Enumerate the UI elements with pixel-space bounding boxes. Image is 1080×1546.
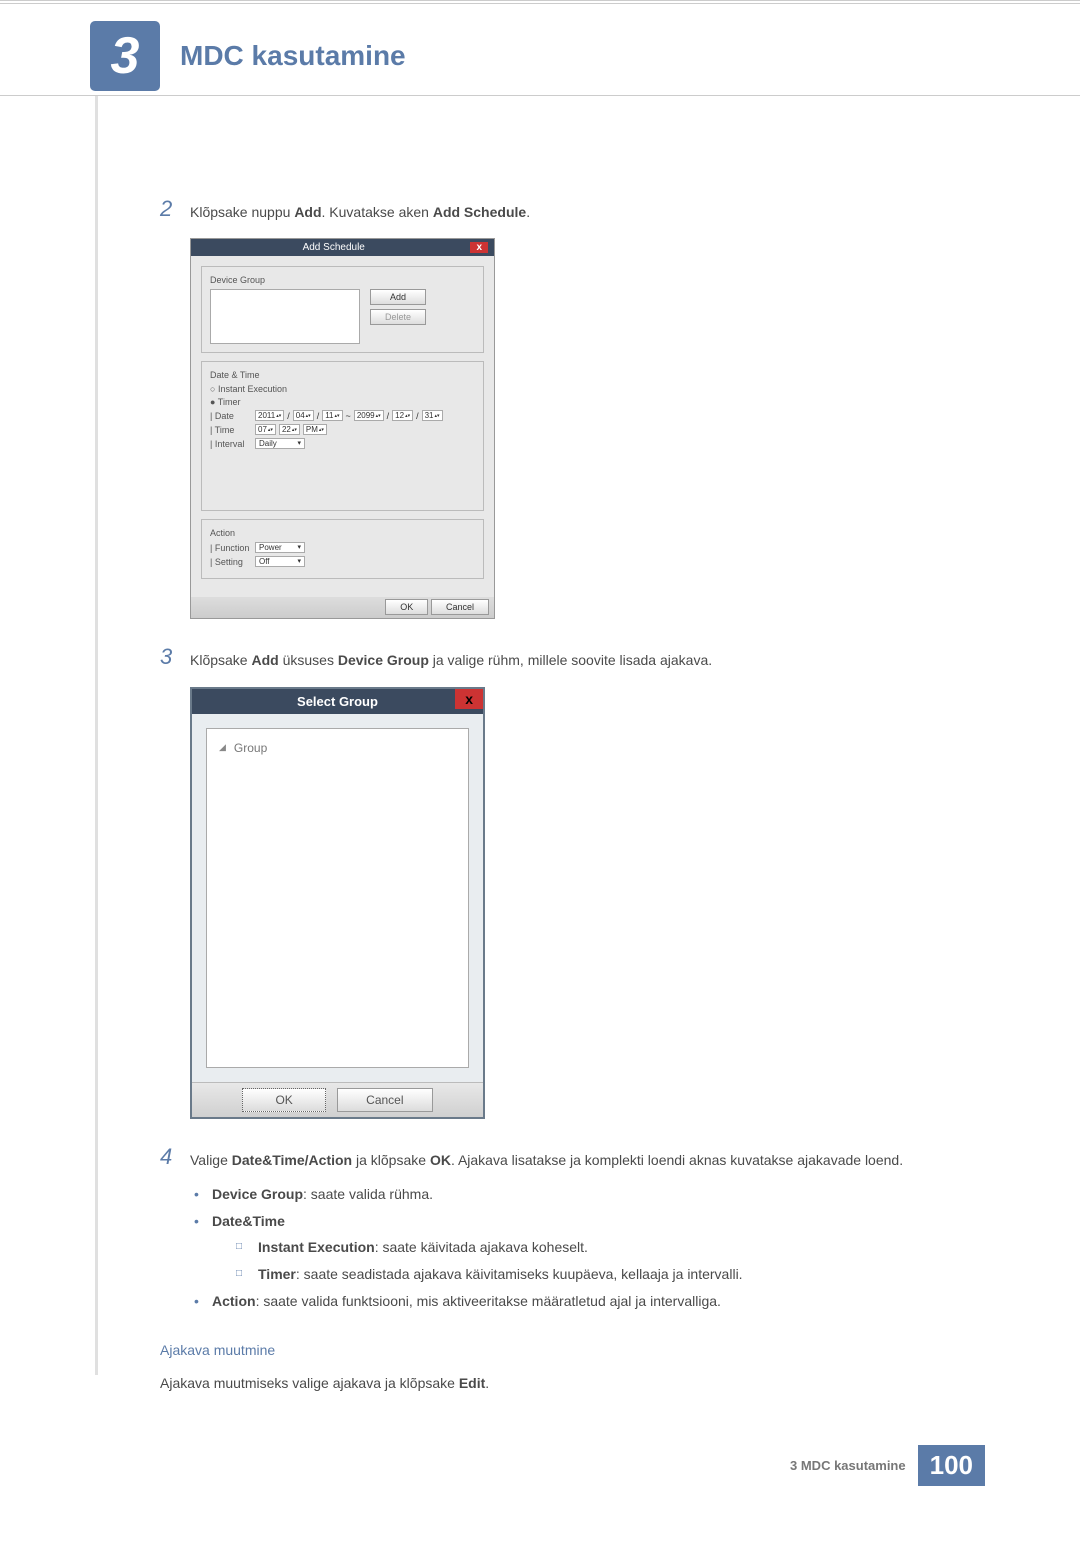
date-label: | Date <box>210 411 252 421</box>
timer-radio[interactable]: ● Timer <box>210 397 475 407</box>
select-group-dialog: Select Group x Group OK Cancel <box>190 687 485 1119</box>
function-dropdown[interactable]: Power <box>255 542 305 553</box>
interval-dropdown[interactable]: Daily <box>255 438 305 449</box>
dialog-titlebar: Select Group x <box>192 689 483 714</box>
step-number-2: 2 <box>160 196 190 222</box>
device-group-legend: Device Group <box>210 275 475 285</box>
t: Timer <box>218 397 241 407</box>
footer-label: 3 MDC kasutamine <box>790 1458 906 1473</box>
t: . <box>526 204 530 220</box>
date-month1[interactable]: 04 <box>293 410 314 421</box>
time-label: | Time <box>210 425 252 435</box>
cancel-button[interactable]: Cancel <box>337 1088 432 1112</box>
t: Ajakava muutmiseks valige ajakava ja klõ… <box>160 1375 459 1391</box>
date-year1[interactable]: 2011 <box>255 410 284 421</box>
t: : saate valida funktsiooni, mis aktiveer… <box>256 1293 721 1309</box>
side-rule <box>95 96 98 1375</box>
t: Valige <box>190 1152 232 1168</box>
delete-button[interactable]: Delete <box>370 309 426 325</box>
time-min[interactable]: 22 <box>279 424 300 435</box>
chapter-badge: 3 <box>90 21 160 91</box>
time-hour[interactable]: 07 <box>255 424 276 435</box>
step-text-2: Klõpsake nuppu Add. Kuvatakse aken Add S… <box>190 196 530 223</box>
t: Device Group <box>212 1186 303 1202</box>
instant-execution-radio[interactable]: ○ Instant Execution <box>210 384 475 394</box>
t: Date&Time <box>212 1213 285 1229</box>
t: . Kuvatakse aken <box>322 204 433 220</box>
t: Action <box>212 1293 256 1309</box>
t: Add <box>251 652 278 668</box>
subsection-heading: Ajakava muutmine <box>160 1342 980 1358</box>
t: üksuses <box>279 652 338 668</box>
device-group-list[interactable] <box>210 289 360 344</box>
date-time-legend: Date & Time <box>210 370 475 380</box>
t: Instant Execution <box>258 1239 375 1255</box>
t: Add <box>294 204 321 220</box>
t: . <box>485 1375 489 1391</box>
group-tree[interactable]: Group <box>206 728 469 1068</box>
chapter-number: 3 <box>111 26 140 86</box>
dialog-titlebar: Add Schedule x <box>191 239 494 256</box>
list-item: Action: saate valida funktsiooni, mis ak… <box>190 1288 980 1315</box>
t: : saate käivitada ajakava koheselt. <box>375 1239 588 1255</box>
dialog-title: Add Schedule <box>197 242 470 253</box>
list-item: Date&Time Instant Execution: saate käivi… <box>190 1208 980 1288</box>
date-day1[interactable]: 11 <box>322 410 342 421</box>
t: : saate valida rühma. <box>303 1186 433 1202</box>
t: Group <box>234 741 267 755</box>
step-number-3: 3 <box>160 644 190 670</box>
step-text-4: Valige Date&Time/Action ja klõpsake OK. … <box>190 1144 903 1171</box>
step-number-4: 4 <box>160 1144 190 1170</box>
t: Klõpsake nuppu <box>190 204 294 220</box>
add-button[interactable]: Add <box>370 289 426 305</box>
t: Edit <box>459 1375 485 1391</box>
list-item: Timer: saate seadistada ajakava käivitam… <box>236 1261 980 1288</box>
date-year2[interactable]: 2099 <box>354 410 384 421</box>
date-day2[interactable]: 31 <box>422 410 443 421</box>
close-icon[interactable]: x <box>470 242 488 253</box>
tree-root-item[interactable]: Group <box>219 741 456 755</box>
feature-list: Device Group: saate valida rühma. Date&T… <box>190 1181 980 1314</box>
add-schedule-dialog: Add Schedule x Device Group Add Delete <box>190 238 495 619</box>
dialog-title: Select Group <box>297 694 378 709</box>
t: Timer <box>258 1266 296 1282</box>
ok-button[interactable]: OK <box>242 1088 325 1112</box>
time-ampm[interactable]: PM <box>303 424 327 435</box>
subsection-para: Ajakava muutmiseks valige ajakava ja klõ… <box>160 1372 980 1394</box>
t: Device Group <box>338 652 429 668</box>
setting-label: | Setting <box>210 557 252 567</box>
page-number: 100 <box>918 1445 985 1486</box>
t: Instant Execution <box>218 384 287 394</box>
t: : saate seadistada ajakava käivitamiseks… <box>296 1266 743 1282</box>
interval-label: | Interval <box>210 439 252 449</box>
step-text-3: Klõpsake Add üksuses Device Group ja val… <box>190 644 712 671</box>
close-icon[interactable]: x <box>455 689 483 709</box>
chapter-title: MDC kasutamine <box>180 40 406 72</box>
action-fieldset: Action | Function Power | Setting Off <box>201 519 484 579</box>
action-legend: Action <box>210 528 475 538</box>
t: . Ajakava lisatakse ja komplekti loendi … <box>451 1152 903 1168</box>
t: Add Schedule <box>433 204 526 220</box>
ok-button[interactable]: OK <box>385 599 428 615</box>
date-time-fieldset: Date & Time ○ Instant Execution ● Timer … <box>201 361 484 511</box>
setting-dropdown[interactable]: Off <box>255 556 305 567</box>
t: ja klõpsake <box>352 1152 430 1168</box>
t: Date&Time/Action <box>232 1152 352 1168</box>
device-group-fieldset: Device Group Add Delete <box>201 266 484 353</box>
list-item: Device Group: saate valida rühma. <box>190 1181 980 1208</box>
function-label: | Function <box>210 543 252 553</box>
list-item: Instant Execution: saate käivitada ajaka… <box>236 1234 980 1261</box>
t: ja valige rühm, millele soovite lisada a… <box>429 652 712 668</box>
t: OK <box>430 1152 451 1168</box>
t: ~ <box>346 411 351 421</box>
t: Klõpsake <box>190 652 251 668</box>
date-month2[interactable]: 12 <box>392 410 413 421</box>
cancel-button[interactable]: Cancel <box>431 599 489 615</box>
